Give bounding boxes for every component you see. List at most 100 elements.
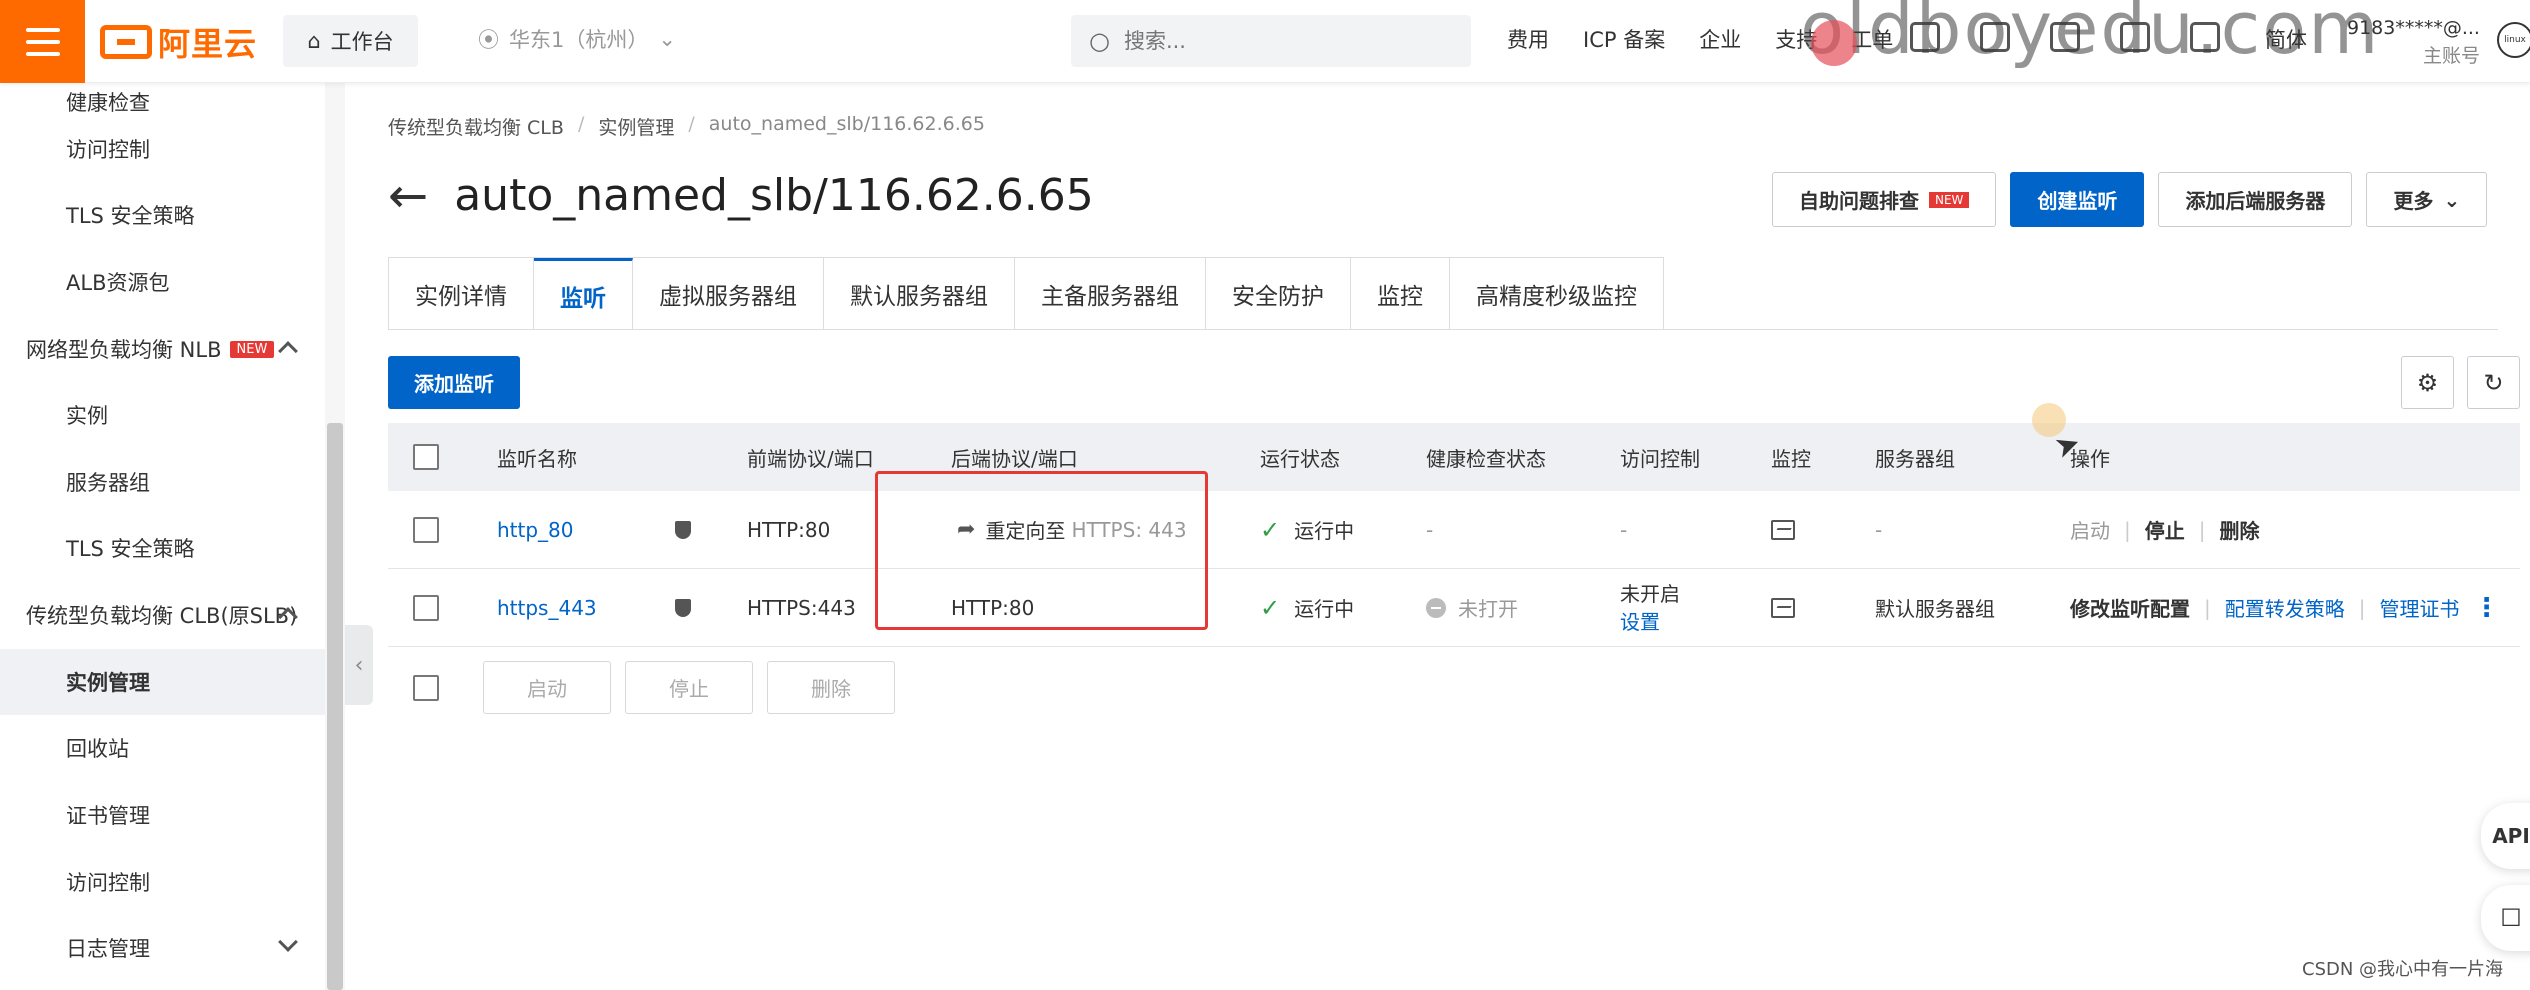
sidebar-item-server-group[interactable]: 服务器组: [0, 449, 325, 515]
server-group: -: [1875, 517, 1883, 542]
sidebar-item-acl[interactable]: 访问控制: [0, 116, 325, 182]
status-running: ✓ 运行中: [1260, 569, 1354, 646]
tab-hires-monitor[interactable]: 高精度秒级监控: [1450, 258, 1663, 330]
sidebar-item-label: 传统型负载均衡 CLB(原SLB): [26, 604, 298, 628]
search-input[interactable]: [1123, 29, 1444, 53]
breadcrumb-instance-mgmt[interactable]: 实例管理: [598, 113, 674, 140]
frontend-port: HTTPS:443: [747, 595, 856, 620]
back-arrow-icon[interactable]: ←: [388, 172, 428, 220]
tab-default-server-group[interactable]: 默认服务器组: [824, 258, 1015, 330]
sidebar-item-nlb-instance[interactable]: 实例: [0, 382, 325, 448]
new-badge: NEW: [229, 340, 275, 358]
sidebar-item-label: 网络型负载均衡 NLB: [26, 338, 222, 362]
select-all-checkbox[interactable]: [413, 423, 439, 491]
api-float-button[interactable]: API: [2481, 803, 2530, 869]
breadcrumb-clb[interactable]: 传统型负载均衡 CLB: [388, 113, 564, 140]
account-menu[interactable]: 9183*****@... 主账号: [2347, 14, 2480, 70]
more-button[interactable]: 更多 ⌄: [2366, 172, 2488, 227]
tab-instance-detail[interactable]: 实例详情: [389, 258, 534, 330]
tab-security[interactable]: 安全防护: [1206, 258, 1351, 330]
nav-billing[interactable]: 费用: [1507, 24, 1549, 54]
sidebar-item-label: ALB资源包: [66, 271, 170, 295]
troubleshoot-label: 自助问题排查: [1799, 189, 1919, 213]
sidebar-item-cert[interactable]: 证书管理: [0, 782, 325, 848]
forward-policy-link[interactable]: 配置转发策略: [2225, 593, 2345, 622]
header-frontend: 前端协议/端口: [747, 446, 874, 471]
monitor-icon[interactable]: [1771, 491, 1795, 568]
tab-monitor[interactable]: 监控: [1351, 258, 1450, 330]
credit-text: CSDN @我心中有一片海: [2302, 959, 2504, 980]
header-name: 监听名称: [497, 446, 577, 471]
add-backend-label: 添加后端服务器: [2185, 189, 2326, 213]
sidebar-group-nlb[interactable]: 网络型负载均衡 NLB NEW: [0, 316, 325, 382]
sidebar-item-clb-acl[interactable]: 访问控制: [0, 849, 325, 915]
sidebar-item-label: 实例: [66, 404, 108, 428]
stop-link[interactable]: 停止: [2145, 515, 2185, 544]
listener-name-link[interactable]: https_443: [497, 569, 597, 646]
sidebar-item-tls[interactable]: TLS 安全策略: [0, 182, 325, 248]
chevron-left-icon: ‹: [354, 652, 364, 678]
bulk-delete-button[interactable]: 删除: [767, 661, 895, 714]
aliyun-logo[interactable]: 阿里云: [100, 20, 257, 64]
sidebar-item-label: TLS 安全策略: [66, 537, 195, 561]
start-link[interactable]: 启动: [2070, 515, 2110, 544]
ops-separator: |: [2198, 517, 2206, 542]
add-backend-button[interactable]: 添加后端服务器: [2158, 172, 2353, 227]
sidebar-group-clb[interactable]: 传统型负载均衡 CLB(原SLB): [0, 582, 325, 648]
edit-listener-link[interactable]: 修改监听配置: [2070, 593, 2190, 622]
listener-name-link[interactable]: http_80: [497, 491, 574, 568]
monitor-icon[interactable]: [1771, 569, 1795, 646]
nav-icp[interactable]: ICP 备案: [1583, 24, 1665, 54]
sidebar-item-log[interactable]: 日志管理: [0, 915, 325, 981]
sidebar-item-instance-mgmt[interactable]: 实例管理: [0, 649, 325, 715]
server-group: 默认服务器组: [1875, 597, 1995, 621]
tab-vserver-group[interactable]: 虚拟服务器组: [633, 258, 824, 330]
bulk-stop-button[interactable]: 停止: [625, 661, 753, 714]
acl-settings-link[interactable]: 设置: [1620, 608, 1660, 636]
chat-float-button[interactable]: ☐: [2481, 885, 2530, 951]
manage-cert-link[interactable]: 管理证书: [2380, 593, 2460, 622]
delete-link[interactable]: 删除: [2220, 515, 2260, 544]
troubleshoot-button[interactable]: 自助问题排查 NEW: [1772, 172, 1997, 227]
sidebar-item-label: 日志管理: [66, 937, 150, 961]
region-selector[interactable]: ⦿ 华东1（杭州） ⌄: [478, 24, 676, 54]
chevron-down-icon: ⌄: [2443, 187, 2461, 212]
nav-enterprise[interactable]: 企业: [1699, 24, 1741, 54]
sidebar-item-label: 服务器组: [66, 471, 150, 495]
bulk-actions: 启动 停止 删除: [388, 661, 895, 714]
sidebar-item-recycle[interactable]: 回收站: [0, 715, 325, 781]
bulk-start-button[interactable]: 启动: [483, 661, 611, 714]
refresh-button[interactable]: ↻: [2467, 356, 2520, 409]
top-bar: 阿里云 ⌂ 工作台 ⦿ 华东1（杭州） ⌄ ○ 费用 ICP 备案 企业 支持 …: [0, 0, 2530, 83]
more-vertical-icon[interactable]: ⋮: [2474, 593, 2500, 623]
acl-status: -: [1620, 517, 1628, 542]
logo-text: 阿里云: [158, 25, 258, 63]
sidebar-collapse-handle[interactable]: ‹: [345, 625, 373, 705]
check-icon: ✓: [1260, 593, 1281, 622]
tab-listener[interactable]: 监听: [534, 258, 633, 330]
sidebar-item-nlb-tls[interactable]: TLS 安全策略: [0, 515, 325, 581]
row-checkbox[interactable]: [413, 569, 439, 646]
create-listener-button[interactable]: 创建监听: [2010, 172, 2145, 227]
header-acl: 访问控制: [1620, 446, 1700, 471]
click-indicator: [1811, 20, 1857, 66]
chevron-up-icon: [278, 341, 298, 361]
header-status: 运行状态: [1260, 446, 1340, 471]
bulk-select-checkbox[interactable]: [413, 674, 439, 701]
health-status: 未打开: [1426, 569, 1518, 646]
language-switch[interactable]: 简体: [2265, 24, 2307, 54]
table-row: https_443 HTTPS:443 HTTP:80 ✓ 运行中 未打开 未开…: [388, 569, 2520, 647]
account-name: 9183*****@...: [2347, 17, 2480, 39]
workbench-button[interactable]: ⌂ 工作台: [283, 15, 418, 67]
settings-button[interactable]: ⚙: [2401, 356, 2454, 409]
sidebar-scroll-thumb[interactable]: [327, 423, 343, 990]
sidebar-item-alb-pkg[interactable]: ALB资源包: [0, 249, 325, 315]
row-checkbox[interactable]: [413, 491, 439, 568]
menu-icon[interactable]: [0, 0, 85, 83]
title-row: ← auto_named_slb/116.62.6.65: [388, 170, 1094, 221]
tab-master-slave-group[interactable]: 主备服务器组: [1015, 258, 1206, 330]
avatar[interactable]: linux: [2497, 22, 2530, 58]
search-box[interactable]: ○: [1071, 15, 1471, 67]
ops-separator: |: [2124, 517, 2131, 542]
add-listener-button[interactable]: 添加监听: [388, 356, 520, 409]
